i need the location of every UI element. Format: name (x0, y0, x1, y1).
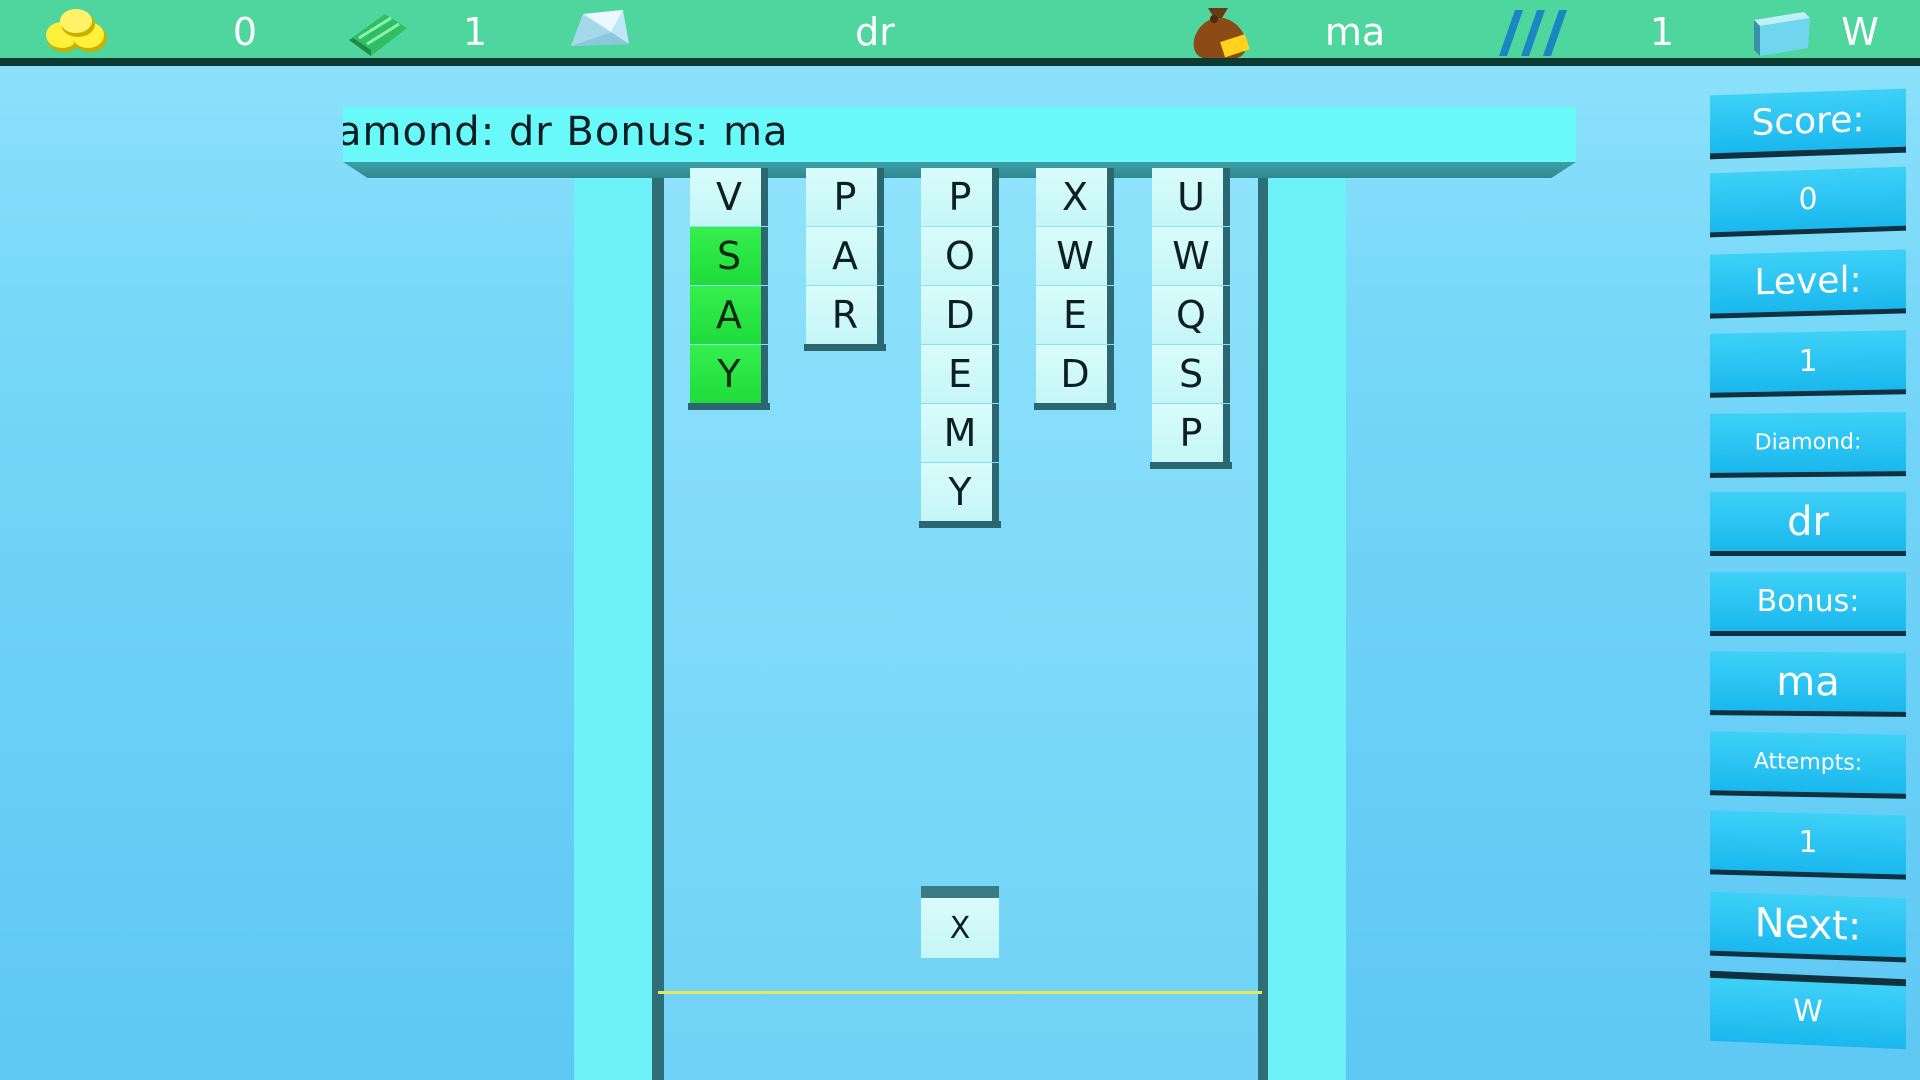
column-base-shadow (688, 403, 770, 410)
letter-tile[interactable]: P (921, 168, 999, 226)
letter-tile[interactable]: W (1036, 227, 1114, 285)
coins-icon (42, 8, 112, 62)
letter-tile[interactable]: Y (921, 463, 999, 521)
letter-tile[interactable]: D (1036, 345, 1114, 403)
right-pillar (1268, 162, 1346, 1080)
well-left-wall (652, 178, 664, 1080)
hud-bonus: ma (1324, 10, 1386, 54)
bonus-label-box: Bonus: (1710, 572, 1906, 636)
attempts-label-box: Attempts: (1710, 731, 1906, 799)
letter-tile[interactable]: W (1152, 227, 1230, 285)
diamond-value-box: dr (1710, 492, 1906, 556)
attempts-value: 1 (1798, 824, 1818, 861)
level-value-box: 1 (1710, 330, 1906, 398)
hud-diamond: dr (855, 10, 895, 54)
top-hud: 0 1 dr ma 1 W (0, 0, 1920, 66)
level-label-box: Level: (1710, 249, 1906, 319)
ticker-text: amond: dr Bonus: ma (343, 109, 789, 155)
letter-tile[interactable]: V (690, 168, 768, 226)
column-base-shadow (1034, 403, 1116, 410)
bonus-value-box: ma (1710, 651, 1906, 717)
level-value: 1 (1798, 343, 1818, 380)
letter-tile[interactable]: X (1036, 168, 1114, 226)
next-label: Next: (1754, 900, 1862, 950)
letter-tile[interactable]: Q (1152, 286, 1230, 344)
letter-tile[interactable]: M (921, 404, 999, 462)
diamond-label: Diamond: (1754, 429, 1862, 456)
letter-tile[interactable]: S (690, 227, 768, 285)
hud-attempts: 1 (1649, 10, 1675, 54)
attempts-label: Attempts: (1753, 749, 1863, 776)
left-pillar (574, 162, 652, 1080)
score-value-box: 0 (1710, 166, 1906, 238)
letter-tile[interactable]: E (921, 345, 999, 403)
deadline-line (658, 991, 1262, 994)
letter-tile[interactable]: U (1152, 168, 1230, 226)
bonus-value: ma (1776, 658, 1840, 706)
letter-tile[interactable]: A (806, 227, 884, 285)
ticker-banner: amond: dr Bonus: ma (343, 107, 1576, 162)
diamond-icon (565, 6, 635, 62)
column-base-shadow (919, 521, 1001, 528)
letter-tile[interactable]: E (1036, 286, 1114, 344)
score-label-box: Score: (1710, 88, 1906, 160)
attempts-stripes-icon (1495, 8, 1571, 62)
letter-tile[interactable]: A (690, 286, 768, 344)
hud-next: W (1841, 10, 1879, 54)
letter-tile[interactable]: O (921, 227, 999, 285)
next-value-box: W (1710, 970, 1906, 1050)
letter-tile[interactable]: R (806, 286, 884, 344)
score-label: Score: (1751, 99, 1865, 144)
falling-tile[interactable]: X (921, 898, 999, 958)
diamond-value: dr (1787, 499, 1829, 545)
letter-tile[interactable]: D (921, 286, 999, 344)
column-base-shadow (1150, 462, 1232, 469)
diamond-label-box: Diamond: (1710, 412, 1906, 478)
level-label: Level: (1754, 259, 1862, 304)
green-gem-icon (345, 10, 411, 64)
gems-count: 1 (462, 10, 488, 54)
well-right-wall (1258, 178, 1268, 1080)
money-bag-icon (1184, 4, 1256, 64)
coins-count: 0 (232, 10, 258, 54)
attempts-value-box: 1 (1710, 810, 1906, 880)
score-value: 0 (1798, 181, 1818, 218)
next-block-icon (1750, 6, 1814, 62)
letter-tile[interactable]: S (1152, 345, 1230, 403)
next-value: W (1793, 993, 1823, 1030)
letter-tile[interactable]: P (1152, 404, 1230, 462)
letter-tile[interactable]: Y (690, 345, 768, 403)
column-base-shadow (804, 344, 886, 351)
next-label-box: Next: (1710, 891, 1906, 963)
letter-tile[interactable]: P (806, 168, 884, 226)
bonus-label: Bonus: (1756, 584, 1860, 619)
